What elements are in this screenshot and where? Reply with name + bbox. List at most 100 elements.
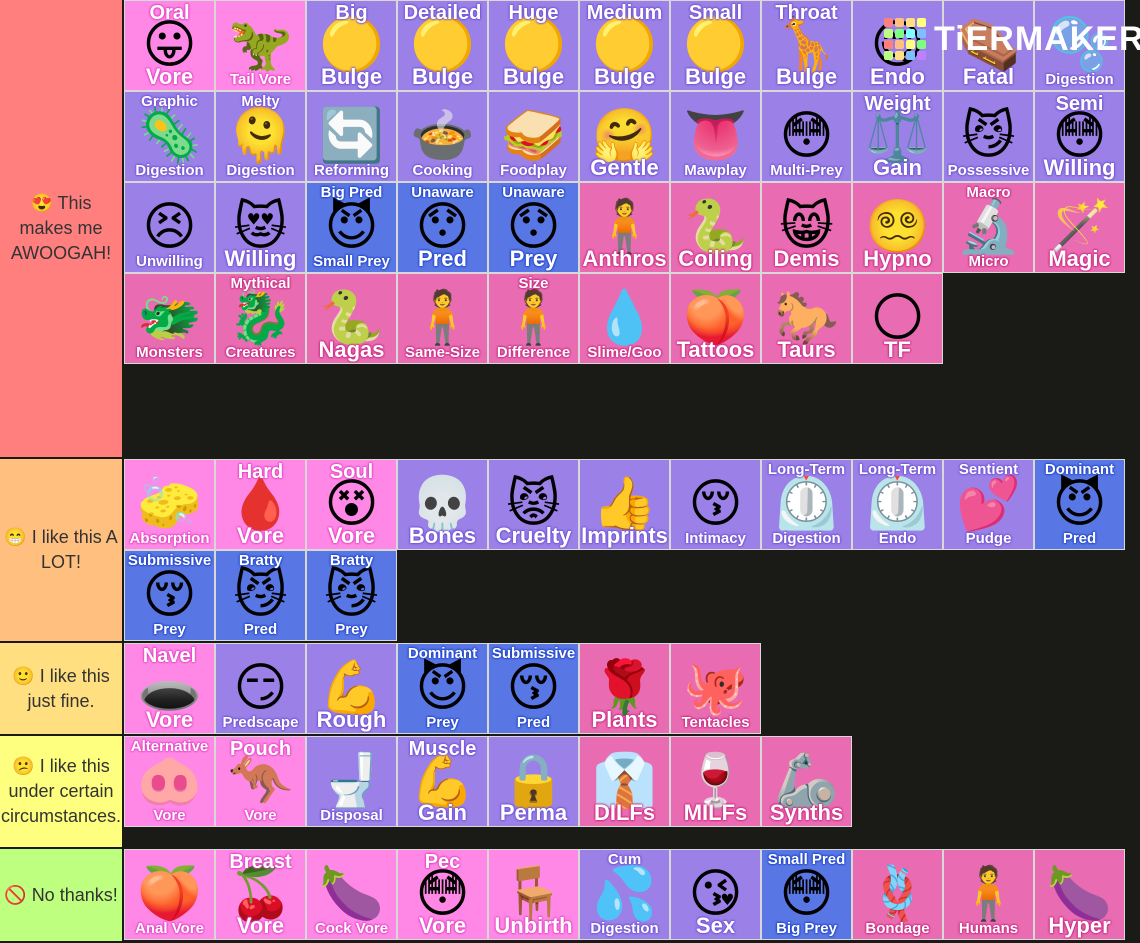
tier-item[interactable]: 😈 Big Pred Small Prey xyxy=(306,182,397,273)
item-top-label: Throat xyxy=(775,2,838,24)
tier-item[interactable]: 🪢 Bondage xyxy=(852,849,943,940)
tier-item[interactable]: 🪄 Magic xyxy=(1034,182,1125,273)
tier-item[interactable]: 🍷 MILFs xyxy=(670,736,761,827)
tier-item[interactable]: 💪 Rough xyxy=(306,643,397,734)
tier-item[interactable]: 🍒 Breast Vore xyxy=(215,849,306,940)
tier-item[interactable]: 😳 Small Pred Big Prey xyxy=(761,849,852,940)
tier-item[interactable]: ⏲️ Long-Term Endo xyxy=(852,459,943,550)
tier-item[interactable]: 😼 Possessive xyxy=(943,91,1034,182)
tier-item[interactable]: 🟡 Small Bulge xyxy=(670,0,761,91)
tier-item[interactable]: 🐉 Mythical Creatures xyxy=(215,273,306,364)
tier-label[interactable]: 😍 This makes me AWOOGAH! xyxy=(0,0,124,457)
tier-item[interactable]: 💦 Cum Digestion xyxy=(579,849,670,940)
item-bottom-label: DILFs xyxy=(593,800,656,825)
tier-item[interactable]: 😘 Sex xyxy=(670,849,761,940)
tier-item[interactable]: 🦾 Synths xyxy=(761,736,852,827)
tier-item[interactable]: 🐙 Tentacles xyxy=(670,643,761,734)
tier-item[interactable]: 🦖 Tail Vore xyxy=(215,0,306,91)
tier-item[interactable]: 🌹 Plants xyxy=(579,643,670,734)
tier-item[interactable]: 😯 Unaware Pred xyxy=(397,182,488,273)
logo-cell xyxy=(884,18,893,27)
tier-item[interactable]: 😚 Submissive Pred xyxy=(488,643,579,734)
item-top-label: Graphic xyxy=(141,93,198,110)
item-bottom-label: Possessive xyxy=(947,162,1030,179)
tier-item[interactable]: 🟡 Medium Bulge xyxy=(579,0,670,91)
tier-item[interactable]: 🩸 Hard Vore xyxy=(215,459,306,550)
tier-emoji-icon: 😕 xyxy=(12,756,35,776)
tier-label[interactable]: 😕 I like this under certain circumstance… xyxy=(0,736,124,847)
tier-label[interactable]: 😁 I like this A LOT! xyxy=(0,459,124,641)
tier-item[interactable]: 🍑 Tattoos xyxy=(670,273,761,364)
tier-item[interactable]: 👅 Mawplay xyxy=(670,91,761,182)
item-bottom-label: Small Prey xyxy=(313,253,390,270)
tier-item[interactable]: 😣 Unwilling xyxy=(124,182,215,273)
item-bottom-label: Digestion xyxy=(772,530,841,547)
tier-item[interactable]: 🧍 Same-Size xyxy=(397,273,488,364)
tier-label[interactable]: 🚫 No thanks! xyxy=(0,849,124,941)
tier-item[interactable]: 🧍 Size Difference xyxy=(488,273,579,364)
item-emoji-icon: 💦 xyxy=(592,864,657,924)
tier-item[interactable]: 🐎 Taurs xyxy=(761,273,852,364)
tier-item[interactable]: 🐍 Coiling xyxy=(670,182,761,273)
item-top-label: Small Pred xyxy=(767,851,846,868)
tier-item[interactable]: 😚 Intimacy xyxy=(670,459,761,550)
tier-item[interactable]: 🧍 Anthros xyxy=(579,182,670,273)
item-emoji-icon: 🧍 xyxy=(410,288,475,348)
tier-item[interactable]: 🔬 Macro Micro xyxy=(943,182,1034,273)
tier-item[interactable]: 😳 Multi-Prey xyxy=(761,91,852,182)
tier-item[interactable]: 🟡 Huge Bulge xyxy=(488,0,579,91)
tier-item[interactable]: 💀 Bones xyxy=(397,459,488,550)
tier-label-text: I like this just fine. xyxy=(27,665,110,711)
tier-item[interactable]: 🕳️ Navel Vore xyxy=(124,643,215,734)
tier-item[interactable]: 💪 Muscle Gain xyxy=(397,736,488,827)
tier-item[interactable]: 🍑 Anal Vore xyxy=(124,849,215,940)
tier-item[interactable]: 😯 Unaware Prey xyxy=(488,182,579,273)
tier-item[interactable]: 😳 Semi Willing xyxy=(1034,91,1125,182)
tier-item[interactable]: 🍆 Cock Vore xyxy=(306,849,397,940)
tier-item[interactable]: 🫠 Melty Digestion xyxy=(215,91,306,182)
tier-item[interactable]: 🧍 Humans xyxy=(943,849,1034,940)
tier-item[interactable]: 😳 Pec Vore xyxy=(397,849,488,940)
tier-emoji-icon: 🙂 xyxy=(12,665,35,686)
tier-item[interactable]: 😏 Predscape xyxy=(215,643,306,734)
tier-item[interactable]: 😾 Cruelty xyxy=(488,459,579,550)
tier-item[interactable]: 🐍 Nagas xyxy=(306,273,397,364)
tier-item[interactable]: 😸 Demis xyxy=(761,182,852,273)
tier-item[interactable]: 👍 Imprints xyxy=(579,459,670,550)
tier-item[interactable]: 😛 Oral Vore xyxy=(124,0,215,91)
tier-item[interactable]: 🦒 Throat Bulge xyxy=(761,0,852,91)
tier-item[interactable]: 🦘 Pouch Vore xyxy=(215,736,306,827)
tier-item[interactable]: 💕 Sentient Pudge xyxy=(943,459,1034,550)
tier-label[interactable]: 🙂 I like this just fine. xyxy=(0,643,124,734)
tier-item[interactable]: 🚽 Disposal xyxy=(306,736,397,827)
tier-item[interactable]: 🔒 Perma xyxy=(488,736,579,827)
tier-item[interactable]: 🟡 Detailed Bulge xyxy=(397,0,488,91)
tier-item[interactable]: 😵‍💫 Hypno xyxy=(852,182,943,273)
tiermaker-logo: TiERMAKER xyxy=(884,18,1140,60)
tier-item[interactable]: 🤗 Gentle xyxy=(579,91,670,182)
item-bottom-label: Cruelty xyxy=(495,523,572,548)
tier-item[interactable]: 🟡 Big Bulge xyxy=(306,0,397,91)
tier-item[interactable]: 😼 Bratty Prey xyxy=(306,550,397,641)
tier-item[interactable]: 😻 Willing xyxy=(215,182,306,273)
tier-item[interactable]: 🍆 Hyper xyxy=(1034,849,1125,940)
tier-item[interactable]: 💧 Slime/Goo xyxy=(579,273,670,364)
tier-item[interactable]: 😚 Submissive Prey xyxy=(124,550,215,641)
tier-item[interactable]: 🪑 Unbirth xyxy=(488,849,579,940)
tier-item[interactable]: 😵 Soul Vore xyxy=(306,459,397,550)
tier-item[interactable]: 🧽 Absorption xyxy=(124,459,215,550)
tier-item[interactable]: 👔 DILFs xyxy=(579,736,670,827)
item-bottom-label: Magic xyxy=(1048,246,1111,271)
tier-item[interactable]: 🦠 Graphic Digestion xyxy=(124,91,215,182)
tier-item[interactable]: ⏲️ Long-Term Digestion xyxy=(761,459,852,550)
tier-item[interactable]: 😼 Bratty Pred xyxy=(215,550,306,641)
tier-item[interactable]: 🍲 Cooking xyxy=(397,91,488,182)
tier-item[interactable]: 😈 Dominant Pred xyxy=(1034,459,1125,550)
tier-item[interactable]: 🐲 Monsters xyxy=(124,273,215,364)
tier-item[interactable]: 🐽 Alternative Vore xyxy=(124,736,215,827)
tier-item[interactable]: ⚖️ Weight Gain xyxy=(852,91,943,182)
tier-item[interactable]: 🔄 Reforming xyxy=(306,91,397,182)
tier-item[interactable]: 🥪 Foodplay xyxy=(488,91,579,182)
tier-item[interactable]: 😈 Dominant Prey xyxy=(397,643,488,734)
tier-item[interactable]: 🌕 TF xyxy=(852,273,943,364)
